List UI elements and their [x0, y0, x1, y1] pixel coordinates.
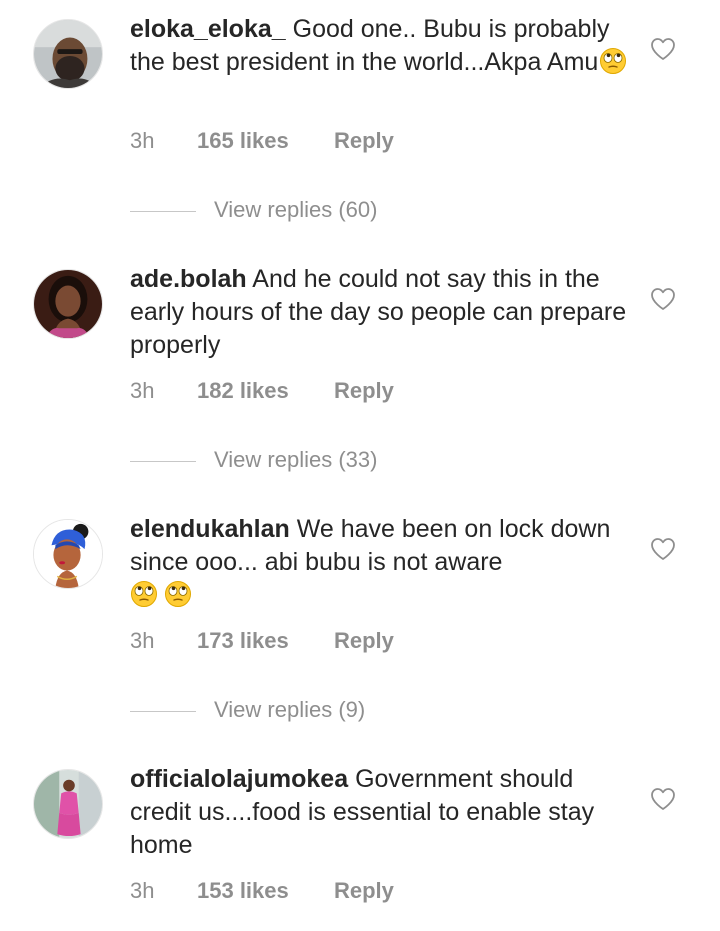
comment-likes[interactable]: 182 likes — [197, 376, 334, 406]
comment-meta: 3h 182 likes Reply — [130, 376, 394, 406]
divider — [130, 210, 196, 212]
comment-body: officialolajumokea Government should cre… — [130, 763, 640, 862]
avatar[interactable] — [33, 769, 103, 839]
avatar-man-beard-icon — [34, 20, 102, 88]
view-replies-label: View replies (33) — [214, 447, 378, 472]
comments-list: eloka_eloka_ Good one.. Bubu is probably… — [0, 0, 720, 931]
divider — [130, 460, 196, 462]
comment-time: 3h — [130, 628, 155, 653]
comment-item: elendukahlan We have been on lock down s… — [0, 500, 720, 750]
avatar-woman-pink-dress-icon — [34, 770, 102, 838]
comment-time: 3h — [130, 878, 155, 903]
comment-time: 3h — [130, 378, 155, 403]
rolling-eyes-emoji-icon — [599, 47, 627, 75]
view-replies-label: View replies (60) — [214, 197, 378, 222]
avatar[interactable] — [33, 519, 103, 589]
avatar-woman-portrait-icon — [34, 270, 102, 338]
view-replies-button[interactable]: View replies (60) — [130, 195, 377, 225]
comment-likes[interactable]: 173 likes — [197, 626, 334, 656]
view-replies-button[interactable]: View replies (33) — [130, 445, 377, 475]
reply-button[interactable]: Reply — [334, 876, 394, 906]
comment-body: elendukahlan We have been on lock down s… — [130, 513, 640, 612]
like-heart-icon[interactable] — [650, 537, 676, 561]
comment-item: officialolajumokea Government should cre… — [0, 750, 720, 931]
comment-time: 3h — [130, 128, 155, 153]
divider — [130, 710, 196, 712]
comment-likes[interactable]: 165 likes — [197, 126, 334, 156]
reply-button[interactable]: Reply — [334, 626, 394, 656]
like-heart-icon[interactable] — [650, 787, 676, 811]
comment-username[interactable]: officialolajumokea — [130, 765, 348, 793]
comment-item: eloka_eloka_ Good one.. Bubu is probably… — [0, 0, 720, 250]
view-replies-button[interactable]: View replies (9) — [130, 695, 365, 725]
comment-likes[interactable]: 153 likes — [197, 876, 334, 906]
like-heart-icon[interactable] — [650, 37, 676, 61]
rolling-eyes-emoji-icon — [130, 580, 158, 608]
comment-body: ade.bolah And he could not say this in t… — [130, 263, 640, 362]
rolling-eyes-emoji-icon — [164, 580, 192, 608]
like-heart-icon[interactable] — [650, 287, 676, 311]
avatar[interactable] — [33, 19, 103, 89]
reply-button[interactable]: Reply — [334, 376, 394, 406]
comment-item: ade.bolah And he could not say this in t… — [0, 250, 720, 500]
comment-meta: 3h 153 likes Reply — [130, 876, 394, 906]
avatar-illustrated-woman-headwrap-icon — [34, 520, 102, 588]
comment-username[interactable]: eloka_eloka_ — [130, 15, 286, 43]
comment-body: eloka_eloka_ Good one.. Bubu is probably… — [130, 13, 640, 79]
comment-username[interactable]: ade.bolah — [130, 265, 247, 293]
comment-username[interactable]: elendukahlan — [130, 515, 290, 543]
avatar[interactable] — [33, 269, 103, 339]
comment-meta: 3h 165 likes Reply — [130, 126, 394, 156]
comment-meta: 3h 173 likes Reply — [130, 626, 394, 656]
reply-button[interactable]: Reply — [334, 126, 394, 156]
view-replies-label: View replies (9) — [214, 697, 366, 722]
